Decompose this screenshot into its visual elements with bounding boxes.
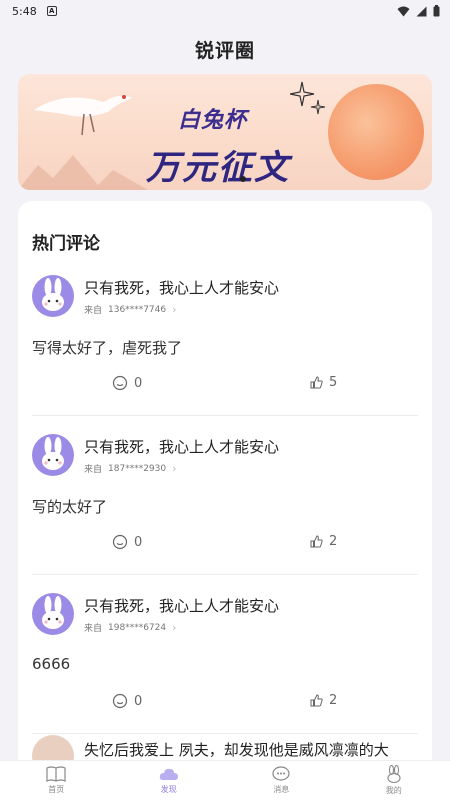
banner-title: 万元征文	[146, 148, 290, 188]
comment-bubble-icon	[112, 534, 128, 550]
section-title: 热门评论	[32, 234, 100, 254]
divider	[32, 733, 418, 734]
mountains-illustration	[18, 155, 148, 190]
comment-item[interactable]: 只有我死，我心上人才能安心 来自 198****6724 › 6666 0 2	[18, 593, 432, 752]
sun-illustration	[328, 84, 424, 180]
bottom-tab-bar: 首页 发现 消息 我的	[0, 760, 450, 800]
hot-comments-card: 热门评论 只有我死，我心上人才能安心 来自 136****7746 › 写得太好…	[18, 201, 432, 800]
divider	[32, 415, 418, 416]
comment-meta: 来自 136****7746 ›	[84, 303, 177, 316]
book-icon	[46, 766, 66, 782]
status-bar: 5:48 A	[0, 0, 450, 22]
notification-icon: A	[46, 6, 57, 16]
comment-novel-title[interactable]: 失忆后我爱上 夙夫，却发现他是威风凛凛的大	[84, 739, 424, 760]
comment-count: 0	[134, 534, 143, 550]
from-label: 来自	[84, 465, 103, 475]
tab-label: 消息	[273, 785, 290, 794]
status-time: 5:48	[12, 4, 37, 18]
comment-body: 写的太好了	[32, 498, 108, 516]
reply-button[interactable]: 0	[112, 693, 142, 709]
comment-meta: 来自 198****6724 ›	[84, 621, 177, 634]
reply-button[interactable]: 0	[112, 534, 142, 550]
comment-bubble-icon	[112, 693, 128, 709]
signal-icon	[416, 6, 427, 16]
tab-label: 发现	[160, 785, 177, 794]
comment-actions: 0 2	[18, 693, 432, 715]
comment-item[interactable]: 只有我死，我心上人才能安心 来自 136****7746 › 写得太好了，虐死我…	[18, 275, 432, 434]
comment-count: 0	[134, 693, 143, 709]
comment-item[interactable]: 只有我死，我心上人才能安心 来自 187****2930 › 写的太好了 0 2	[18, 434, 432, 593]
comment-count: 0	[134, 375, 143, 391]
promo-banner[interactable]: 白兔杯 万元征文	[18, 74, 432, 190]
rabbit-avatar-icon	[42, 596, 64, 629]
banner-page-indicator	[240, 176, 246, 182]
rabbit-avatar-icon	[42, 278, 64, 311]
from-label: 来自	[84, 624, 103, 634]
reply-button[interactable]: 0	[112, 375, 142, 391]
comment-actions: 0 2	[18, 534, 432, 556]
tab-home[interactable]: 首页	[26, 766, 86, 795]
like-count: 2	[329, 693, 338, 708]
like-count: 2	[329, 534, 338, 549]
divider	[32, 574, 418, 575]
comment-user: 136****7746	[108, 304, 167, 315]
from-label: 来自	[84, 306, 103, 316]
thumbs-up-icon	[310, 376, 323, 389]
rabbit-avatar-icon	[42, 437, 64, 470]
comment-novel-title[interactable]: 只有我死，我心上人才能安心	[84, 436, 279, 457]
rabbit-icon	[387, 765, 401, 783]
comment-novel-title[interactable]: 只有我死，我心上人才能安心	[84, 277, 279, 298]
tab-label: 我的	[385, 786, 402, 795]
comment-novel-title[interactable]: 只有我死，我心上人才能安心	[84, 595, 279, 616]
tab-profile[interactable]: 我的	[364, 765, 424, 796]
comment-meta: 来自 187****2930 ›	[84, 462, 177, 475]
chevron-right-icon: ›	[172, 462, 177, 475]
avatar[interactable]	[32, 434, 74, 476]
chat-icon	[272, 766, 290, 781]
avatar[interactable]	[32, 275, 74, 317]
tab-discover[interactable]: 发现	[139, 766, 199, 795]
page-title: 锐评圈	[194, 40, 255, 62]
comment-user: 187****2930	[108, 463, 167, 474]
thumbs-up-icon	[310, 694, 323, 707]
like-button[interactable]: 2	[310, 693, 337, 708]
banner-subtitle: 白兔杯	[178, 108, 248, 133]
like-button[interactable]: 2	[310, 534, 337, 549]
like-count: 5	[329, 375, 338, 390]
comment-body: 6666	[32, 655, 71, 673]
battery-icon	[433, 5, 440, 17]
avatar[interactable]	[32, 593, 74, 635]
cloud-icon	[159, 768, 178, 780]
tab-label: 首页	[48, 785, 65, 794]
comment-user: 198****6724	[108, 622, 167, 633]
wifi-icon	[397, 6, 410, 16]
chevron-right-icon: ›	[172, 621, 177, 634]
like-button[interactable]: 5	[310, 375, 337, 390]
thumbs-up-icon	[310, 535, 323, 548]
chevron-right-icon: ›	[172, 303, 177, 316]
comment-bubble-icon	[112, 375, 128, 391]
comment-body: 写得太好了，虐死我了	[32, 339, 183, 357]
star-icon	[290, 81, 326, 115]
crane-illustration	[34, 95, 132, 136]
tab-messages[interactable]: 消息	[251, 766, 311, 795]
comment-actions: 0 5	[18, 375, 432, 397]
